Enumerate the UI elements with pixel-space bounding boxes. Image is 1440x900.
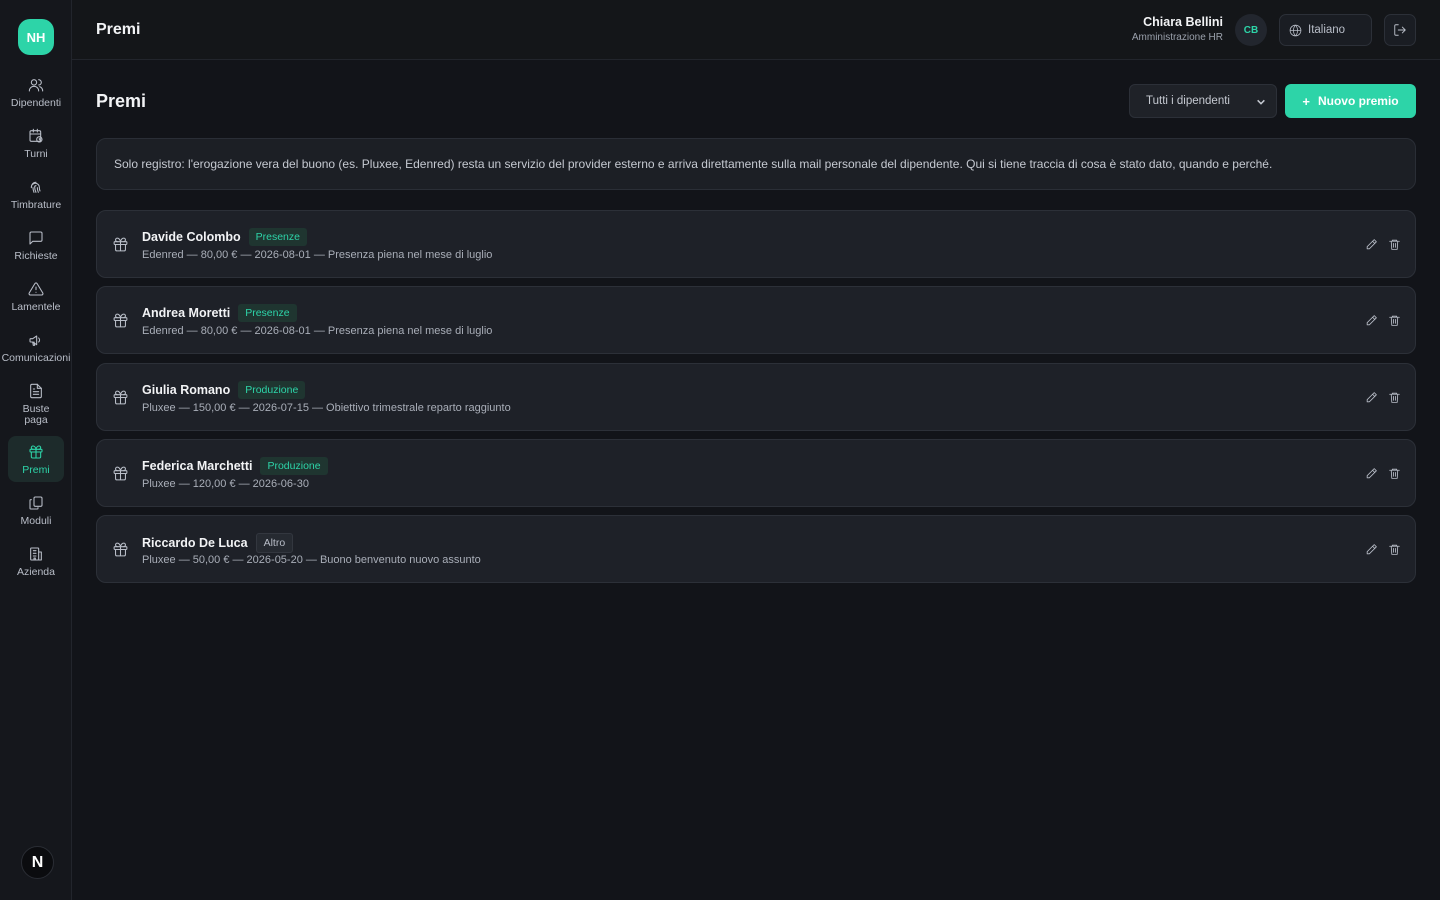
sidebar-item-comunicazioni[interactable]: Comunicazioni — [0, 332, 72, 364]
sidebar-item-label: Lamentele — [11, 301, 61, 313]
category-badge: Altro — [255, 533, 294, 553]
edit-icon[interactable] — [1365, 238, 1378, 251]
employee-name: Andrea Moretti — [142, 306, 231, 320]
sidebar-item-moduli[interactable]: Moduli — [0, 495, 72, 527]
building-icon — [30, 547, 42, 561]
copy-icon — [29, 496, 43, 510]
sidebar-item-label: Buste paga — [22, 403, 50, 426]
new-reward-button[interactable]: + Nuovo premio — [1285, 84, 1416, 118]
header-title: Premi — [96, 21, 141, 38]
language-selector[interactable]: Italiano — [1279, 14, 1372, 46]
users-icon — [28, 79, 44, 92]
gift-icon — [113, 466, 128, 481]
reward-detail: Pluxee — 50,00 € — 2026-05-20 — Buono be… — [142, 554, 481, 566]
trash-icon[interactable] — [1388, 391, 1401, 404]
sidebar-item-label: Timbrature — [10, 199, 62, 211]
gift-icon — [113, 313, 128, 328]
sidebar-item-label: Premi — [22, 464, 50, 476]
edit-icon[interactable] — [1365, 467, 1378, 480]
info-text: Solo registro: l'erogazione vera del buo… — [114, 157, 1273, 171]
gift-icon — [113, 390, 128, 405]
sidebar-item-timbrature[interactable]: Timbrature — [0, 179, 72, 211]
trash-icon[interactable] — [1388, 467, 1401, 480]
reward-card: Davide Colombo Presenze Edenred — 80,00 €… — [96, 210, 1416, 278]
megaphone-icon — [29, 335, 41, 346]
plus-icon: + — [1302, 93, 1310, 109]
sidebar-item-label: Moduli — [20, 515, 52, 527]
reward-detail: Edenred — 80,00 € — 2026-08-01 — Presenz… — [142, 325, 493, 337]
category-badge: Presenze — [238, 304, 297, 322]
category-badge: Presenze — [248, 228, 307, 246]
employee-filter-value: Tutti i dipendenti — [1146, 95, 1230, 107]
sidebar-item-label: Comunicazioni — [1, 352, 71, 364]
file-text-icon — [30, 383, 42, 399]
avatar[interactable]: CB — [1235, 14, 1267, 46]
sidebar-item-azienda[interactable]: Azienda — [0, 546, 72, 578]
sidebar-item-dipendenti[interactable]: Dipendenti — [0, 77, 72, 109]
user-name: Chiara Bellini — [1143, 15, 1223, 29]
sidebar-item-richieste[interactable]: Richieste — [0, 230, 72, 262]
new-reward-label: Nuovo premio — [1317, 94, 1399, 108]
reward-detail: Pluxee — 150,00 € — 2026-07-15 — Obietti… — [142, 402, 511, 414]
chevron-down-icon — [1257, 99, 1265, 105]
reward-card: Federica Marchetti Produzione Pluxee — 12… — [96, 439, 1416, 507]
employee-name: Giulia Romano — [142, 383, 231, 397]
gift-icon — [113, 237, 128, 252]
sidebar-item-label: Richieste — [14, 250, 58, 262]
logout-button[interactable] — [1384, 14, 1416, 46]
reward-card: Riccardo De Luca Altro Pluxee — 50,00 € —… — [96, 515, 1416, 583]
sidebar-item-turni[interactable]: Turni — [0, 128, 72, 160]
gift-icon — [29, 445, 43, 459]
reward-detail: Pluxee — 120,00 € — 2026-06-30 — [142, 478, 309, 490]
reward-card: Andrea Moretti Presenze Edenred — 80,00 €… — [96, 286, 1416, 354]
employee-name: Federica Marchetti — [142, 459, 253, 473]
info-banner: Solo registro: l'erogazione vera del buo… — [96, 138, 1416, 190]
language-label: Italiano — [1308, 24, 1346, 36]
calendar-clock-icon — [29, 128, 43, 143]
reward-card: Giulia Romano Produzione Pluxee — 150,00 … — [96, 363, 1416, 431]
message-square-icon — [29, 231, 43, 245]
sidebar: NH Dipendenti Turni Timbrature Richieste… — [0, 0, 72, 900]
logout-icon — [1394, 24, 1406, 36]
trash-icon[interactable] — [1388, 238, 1401, 251]
top-header: Premi Chiara Bellini Amministrazione HR … — [72, 0, 1440, 60]
page-title: Premi — [96, 91, 147, 111]
fingerprint-icon — [30, 181, 41, 193]
sidebar-item-premi[interactable]: Premi — [8, 436, 64, 482]
edit-icon[interactable] — [1365, 543, 1378, 556]
category-badge: Produzione — [238, 381, 306, 399]
employee-filter-select[interactable]: Tutti i dipendenti — [1129, 84, 1277, 118]
sidebar-item-lamentele[interactable]: Lamentele — [0, 281, 72, 313]
category-badge: Produzione — [260, 457, 328, 475]
app-logo[interactable]: NH — [18, 19, 54, 55]
trash-icon[interactable] — [1388, 314, 1401, 327]
alert-triangle-icon — [28, 282, 44, 296]
employee-name: Davide Colombo — [142, 230, 241, 244]
sidebar-item-label: Azienda — [17, 566, 55, 578]
globe-icon — [1289, 24, 1302, 36]
edit-icon[interactable] — [1365, 391, 1378, 404]
sidebar-item-label: Turni — [24, 148, 48, 160]
user-role: Amministrazione HR — [1131, 32, 1223, 43]
trash-icon[interactable] — [1388, 543, 1401, 556]
edit-icon[interactable] — [1365, 314, 1378, 327]
gift-icon — [113, 542, 128, 557]
sidebar-item-buste-paga[interactable]: Buste paga — [0, 383, 72, 426]
reward-detail: Edenred — 80,00 € — 2026-08-01 — Presenz… — [142, 249, 493, 261]
employee-name: Riccardo De Luca — [142, 536, 248, 550]
bottom-badge[interactable]: N — [21, 846, 54, 879]
sidebar-item-label: Dipendenti — [10, 97, 62, 109]
